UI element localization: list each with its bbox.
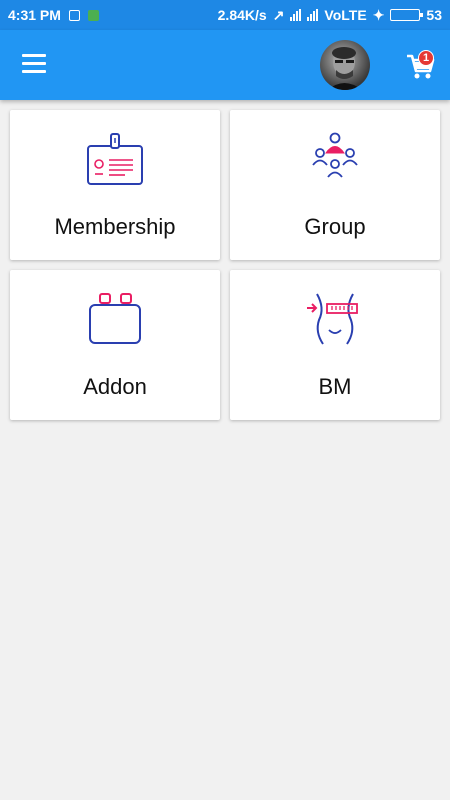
tile-membership[interactable]: Membership [10,110,220,260]
cart-badge: 1 [418,50,434,66]
body-measure-icon [307,293,358,345]
addon-box-icon [89,293,141,344]
network-speed: 2.84K/s [217,7,267,23]
charging-icon: ✦ [372,6,385,23]
status-time: 4:31 PM [8,7,61,23]
notification-icon [68,9,80,21]
signal-icon [290,9,302,21]
id-badge-icon [87,133,143,185]
battery-icon [390,9,424,21]
send-icon: ↗ [272,6,285,23]
signal-icon-2 [307,9,319,21]
network-type: VoLTE [324,7,367,23]
tile-group[interactable]: Group [230,110,440,260]
avatar[interactable] [320,40,370,90]
tile-label: Group [304,214,366,239]
tile-label: Addon [83,374,147,399]
app-bar: 1 [0,30,450,100]
tile-bm[interactable]: BM [230,270,440,420]
battery-level: 53 [426,7,442,23]
tile-addon[interactable]: Addon [10,270,220,420]
tile-label: Membership [54,214,176,239]
tile-label: BM [318,374,352,399]
status-bar: 4:31 PM 2.84K/s ↗ VoLTE ✦ 53 [0,0,450,30]
menu-icon[interactable] [22,54,48,76]
group-icon [312,132,358,178]
app-notification-icon [87,9,99,21]
